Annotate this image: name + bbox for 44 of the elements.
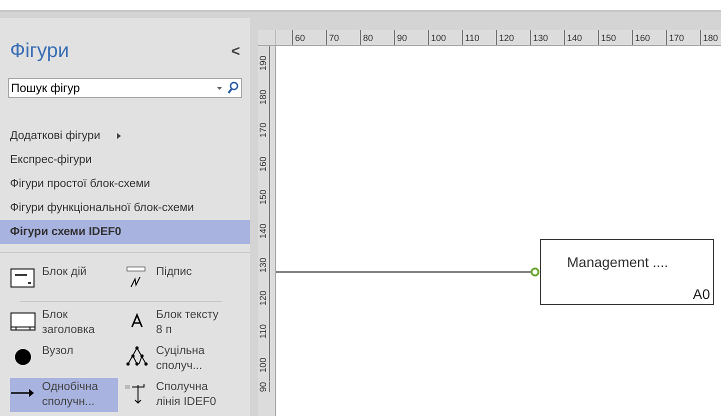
stencil-item[interactable]: Однобічна сполучн... [10, 378, 118, 412]
stencil-item[interactable]: Сполучна лінія IDEF0 [124, 378, 232, 412]
ruler-label: 60 [292, 30, 326, 45]
ruler-label: 160 [632, 30, 666, 45]
ruler-label: 160 [258, 146, 270, 180]
ruler-label: 150 [258, 180, 270, 214]
ruler-label: 100 [428, 30, 462, 45]
ruler-label: 130 [530, 30, 564, 45]
panel-title: Фігури [10, 40, 70, 62]
ruler-label: 170 [666, 30, 700, 45]
ruler-label: 180 [700, 30, 720, 45]
ruler-label: 120 [258, 281, 270, 315]
ruler-label: 180 [258, 80, 270, 114]
ruler-label: 140 [258, 214, 270, 248]
ruler-label: 150 [598, 30, 632, 45]
ruler-label: 110 [462, 30, 496, 45]
ruler-label: 130 [258, 248, 270, 282]
ruler-label: 110 [258, 314, 270, 348]
category-item[interactable]: Фігури функціональної блок-схеми [0, 196, 250, 220]
block-number: A0 [692, 286, 710, 302]
category-item[interactable]: Експрес-фігури [0, 148, 250, 172]
category-item[interactable]: Фігури простої блок-схеми [0, 172, 250, 196]
stencil-item[interactable]: Суцільна сполуч... [124, 342, 232, 376]
ruler-label: 90 [394, 30, 428, 45]
ruler-label: 190 [258, 46, 270, 80]
dropdown-search-icon[interactable] [215, 81, 241, 95]
stencil-item[interactable]: Вузол [10, 342, 118, 376]
ruler-label: 120 [496, 30, 530, 45]
arrow-icon [10, 388, 36, 398]
search-field[interactable]: Пошук фігур [8, 78, 242, 98]
category-item[interactable]: Додаткові фігури [0, 124, 250, 148]
ruler-label: 100 [258, 348, 270, 382]
category-item[interactable]: Фігури схеми IDEF0 [0, 220, 250, 244]
ruler-label: 70 [326, 30, 360, 45]
stencil-item[interactable]: Блок тексту 8 п [124, 306, 232, 340]
stencil-item[interactable]: Блок дій [10, 263, 118, 297]
stencil-item[interactable]: Блок заголовка [10, 306, 118, 340]
block-title: Management .... [567, 254, 668, 270]
collapse-button[interactable]: < [227, 42, 244, 60]
ruler-label: 90 [258, 382, 270, 392]
stencil-item[interactable]: Підпис [124, 263, 232, 297]
ruler-label: 80 [360, 30, 394, 45]
ruler-label: 140 [564, 30, 598, 45]
ruler-label: 170 [258, 113, 270, 147]
